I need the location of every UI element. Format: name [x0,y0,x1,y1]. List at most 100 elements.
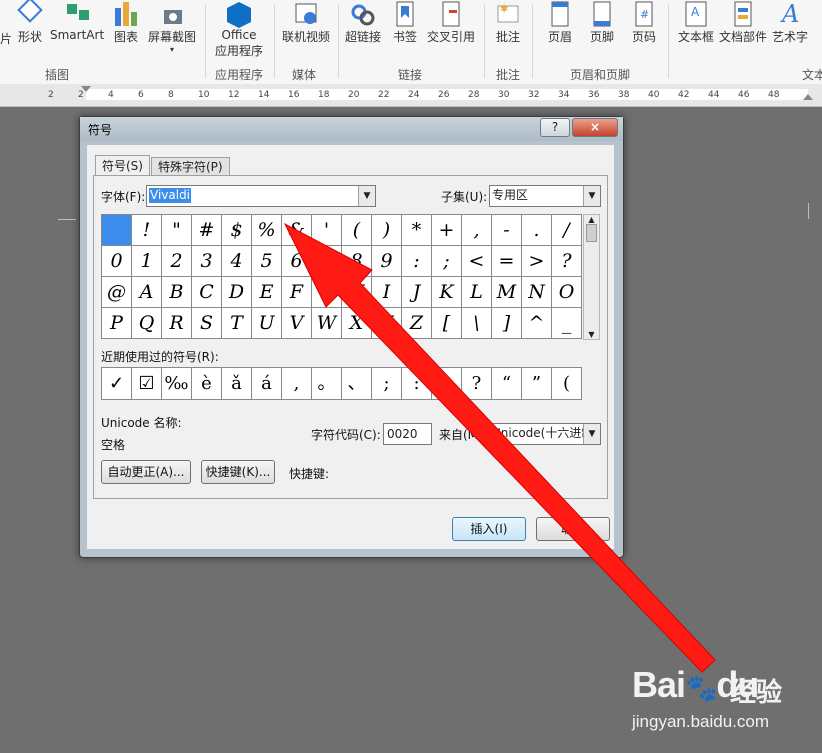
symbol-cell[interactable]: J [402,277,432,308]
symbol-cell[interactable] [102,215,132,246]
symbol-cell[interactable]: R [162,308,192,339]
symbol-cell[interactable]: U [252,308,282,339]
symbol-cell[interactable]: 6 [282,246,312,277]
header-button[interactable]: 页眉 [546,0,574,45]
symbol-cell[interactable]: X [342,308,372,339]
symbol-cell[interactable]: @ [102,277,132,308]
recent-symbol-cell[interactable]: ✓ [102,368,132,400]
symbol-cell[interactable]: N [522,277,552,308]
tab-special-characters[interactable]: 特殊字符(P) [151,157,230,176]
page-number-button[interactable]: # 页码 [630,0,658,45]
wordart-button[interactable]: A 艺术字 [770,0,810,45]
symbol-cell[interactable]: A [132,277,162,308]
symbol-cell[interactable]: < [462,246,492,277]
symbol-cell[interactable]: ] [492,308,522,339]
symbol-cell[interactable]: W [312,308,342,339]
chart-button[interactable]: 图表 [112,0,140,45]
symbol-cell[interactable]: " [162,215,192,246]
textbox-button[interactable]: A 文本框 [676,0,716,45]
symbol-cell[interactable]: / [552,215,582,246]
symbol-cell[interactable]: Z [402,308,432,339]
symbol-cell[interactable]: T [222,308,252,339]
recent-symbol-cell[interactable]: è [192,368,222,400]
recent-symbol-cell[interactable]: ( [552,368,582,400]
shapes-button[interactable]: 形状 [14,0,46,45]
symbol-cell[interactable]: 7 [312,246,342,277]
symbol-cell[interactable]: ? [552,246,582,277]
symbol-cell[interactable]: , [462,215,492,246]
symbol-cell[interactable]: ; [432,246,462,277]
symbol-cell[interactable]: 0 [102,246,132,277]
recent-symbol-cell[interactable]: “ [492,368,522,400]
symbol-cell[interactable]: 5 [252,246,282,277]
screenshot-button[interactable]: 屏幕截图 ▾ [146,0,198,54]
symbol-cell[interactable]: % [252,215,282,246]
symbol-cell[interactable]: F [282,277,312,308]
symbol-cell[interactable]: [ [432,308,462,339]
scroll-down-icon[interactable]: ▼ [584,330,599,339]
symbol-cell[interactable]: 8 [342,246,372,277]
symbol-cell[interactable]: 9 [372,246,402,277]
symbol-cell[interactable]: ) [372,215,402,246]
recent-symbol-cell[interactable]: á [252,368,282,400]
charcode-input[interactable]: 0020 [383,423,432,445]
recent-symbol-cell[interactable]: ; [372,368,402,400]
symbol-cell[interactable]: + [432,215,462,246]
symbol-cell[interactable]: M [492,277,522,308]
symbol-cell[interactable]: 4 [222,246,252,277]
comment-button[interactable]: ✱ 批注 [494,0,522,45]
scroll-thumb[interactable] [586,224,597,242]
recent-symbol-cell[interactable]: : [402,368,432,400]
symbol-cell[interactable]: . [522,215,552,246]
symbol-cell[interactable]: = [492,246,522,277]
symbol-cell[interactable]: * [402,215,432,246]
bookmark-button[interactable]: 书签 [390,0,420,45]
symbol-cell[interactable]: G [312,277,342,308]
symbol-cell[interactable]: C [192,277,222,308]
symbol-cell[interactable]: \ [462,308,492,339]
quick-parts-button[interactable]: 文档部件 [718,0,768,45]
shortcut-key-button[interactable]: 快捷键(K)... [201,460,275,484]
symbol-cell[interactable]: H [342,277,372,308]
symbol-cell[interactable]: 3 [192,246,222,277]
chevron-down-icon[interactable]: ▼ [583,424,600,444]
cross-reference-button[interactable]: 交叉引用 [426,0,476,45]
recent-symbol-cell[interactable]: , [282,368,312,400]
symbol-cell[interactable]: $ [222,215,252,246]
symbol-cell[interactable]: ! [132,215,162,246]
recent-symbol-cell[interactable]: ” [522,368,552,400]
chevron-down-icon[interactable]: ▼ [358,186,375,206]
symbol-cell[interactable]: ( [342,215,372,246]
smartart-button[interactable]: SmartArt [50,0,104,42]
close-button[interactable]: × [572,118,618,137]
horizontal-ruler[interactable]: 2 2 4 6 8 10 12 14 16 18 20 22 24 26 28 30 32 34 36 38 40 42 4… [0,84,822,107]
recent-symbol-cell[interactable]: 、 [342,368,372,400]
chevron-down-icon[interactable]: ▼ [583,186,600,206]
symbol-cell[interactable]: 1 [132,246,162,277]
symbol-cell[interactable]: Q [132,308,162,339]
help-button[interactable]: ? [540,118,570,137]
symbol-cell[interactable]: ^ [522,308,552,339]
symbol-cell[interactable]: # [192,215,222,246]
recent-symbol-cell[interactable]: ǎ [222,368,252,400]
insert-button[interactable]: 插入(I) [452,517,526,541]
recent-symbol-cell[interactable]: ! [432,368,462,400]
symbol-cell[interactable]: P [102,308,132,339]
symbol-cell[interactable]: S [192,308,222,339]
symbol-cell[interactable]: O [552,277,582,308]
office-apps-button[interactable]: Office 应用程序 [210,0,268,59]
recent-symbols-grid[interactable]: ✓ ☑ ‰ è ǎ á,。、;:!? “”( [101,367,582,400]
symbol-cell[interactable]: & [282,215,312,246]
scroll-up-icon[interactable]: ▲ [584,215,599,224]
symbol-grid[interactable]: ! " # $% & '() * +, -./ 0 1 2 3 4 5 6 7 8 9:; < = >? @ A B C D E F G H… [101,214,582,339]
symbol-cell[interactable]: V [282,308,312,339]
tab-symbols[interactable]: 符号(S) [95,155,150,176]
symbol-cell[interactable]: L [462,277,492,308]
symbol-cell[interactable]: _ [552,308,582,339]
from-combo[interactable]: Unicode(十六进制) ▼ [489,423,601,445]
symbol-cell[interactable]: : [402,246,432,277]
online-video-button[interactable]: 联机视频 [280,0,332,45]
symbol-cell[interactable]: K [432,277,462,308]
symbol-cell[interactable]: I [372,277,402,308]
dialog-titlebar[interactable]: 符号 ? × [80,117,623,141]
